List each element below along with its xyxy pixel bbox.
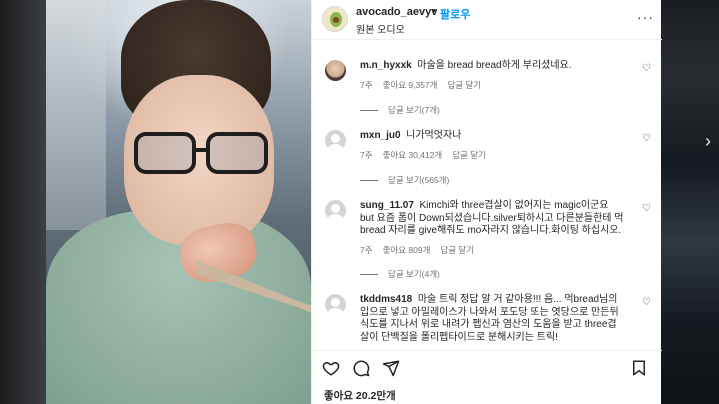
post-video[interactable] [46, 0, 311, 404]
view-replies-label[interactable]: 답글 보기(565개) [388, 175, 449, 185]
view-replies-button[interactable]: 답글 보기(565개) [360, 174, 449, 186]
comment-icon[interactable] [352, 359, 370, 377]
comment-username[interactable]: mxn_ju0 [360, 130, 401, 141]
heart-icon[interactable]: ♡ [642, 64, 652, 74]
comment-text: tkddms418 마술 트릭 정답 알 거 같아용!!! 음... 먹brea… [360, 294, 625, 344]
action-bar: 좋아요 20.2만개 [312, 350, 662, 404]
avatar[interactable] [325, 130, 346, 151]
view-replies-button[interactable]: 답글 보기(4개) [360, 268, 440, 280]
comment-body: 니가먹엇자나 [406, 130, 462, 141]
comment-text: mxn_ju0 니가먹엇자나 [360, 130, 625, 143]
reply-button[interactable]: 답글 달기 [447, 80, 481, 90]
comment-likes[interactable]: 좋아요 809개 [383, 245, 431, 255]
comment-time[interactable]: 7주 [360, 245, 373, 255]
share-icon[interactable] [382, 359, 400, 377]
view-replies-label[interactable]: 답글 보기(7개) [388, 105, 440, 115]
avatar[interactable] [325, 294, 346, 315]
audio-label[interactable]: 원본 오디오 [356, 21, 405, 36]
post-header: avocado_aevyv • 팔로우 원본 오디오 ··· [312, 0, 662, 40]
comment-username[interactable]: sung_11.07 [360, 200, 414, 211]
comment-time[interactable]: 7주 [360, 80, 373, 90]
like-count[interactable]: 좋아요 20.2만개 [324, 388, 396, 403]
avatar[interactable] [325, 200, 346, 221]
comment-meta: 7주 좋아요 9,357개 답글 달기 [360, 79, 491, 91]
comment-list[interactable]: m.n_hyxxk 마술을 bread bread하게 부리셨네요. ♡ 7주좋… [312, 40, 662, 348]
heart-icon[interactable]: ♡ [642, 134, 652, 144]
side-panel: avocado_aevyv • 팔로우 원본 오디오 ··· m.n_hyxxk… [311, 0, 662, 404]
follow-button[interactable]: 팔로우 [440, 6, 470, 22]
heart-icon[interactable]: ♡ [642, 298, 652, 308]
separator-dot: • [432, 5, 436, 17]
comment-meta: 7주 좋아요 809개 답글 달기 [360, 244, 484, 256]
bookmark-icon[interactable] [630, 359, 648, 377]
comment-likes[interactable]: 좋아요 30,412개 [383, 150, 443, 160]
avatar[interactable] [325, 60, 346, 81]
reply-button[interactable]: 답글 달기 [452, 150, 486, 160]
comment-text: sung_11.07 Kimchi와 three겹살이 없어지는 magic이군… [360, 200, 625, 238]
view-replies-label[interactable]: 답글 보기(4개) [388, 269, 440, 279]
comment-username[interactable]: m.n_hyxxk [360, 60, 412, 71]
author-username[interactable]: avocado_aevyv [356, 6, 437, 18]
glasses-graphic [134, 132, 268, 174]
reply-button[interactable]: 답글 달기 [440, 245, 474, 255]
next-post-preview[interactable] [660, 0, 719, 404]
post-modal: avocado_aevyv • 팔로우 원본 오디오 ··· m.n_hyxxk… [46, 0, 662, 404]
view-replies-button[interactable]: 답글 보기(7개) [360, 104, 440, 116]
chevron-right-icon[interactable]: › [697, 130, 719, 152]
more-options-icon[interactable]: ··· [637, 9, 654, 25]
comment-time[interactable]: 7주 [360, 150, 373, 160]
instagram-post-viewer: › avocado_aevyv • 팔로우 원본 오디오 ··· m.n_hyx… [0, 0, 719, 404]
heart-icon[interactable] [322, 359, 340, 377]
avatar[interactable] [322, 6, 348, 32]
comment-likes[interactable]: 좋아요 9,357개 [383, 80, 438, 90]
heart-icon[interactable]: ♡ [642, 204, 652, 214]
comment-username[interactable]: tkddms418 [360, 294, 412, 305]
comment-body: 마술을 bread bread하게 부리셨네요. [417, 60, 572, 71]
comment-text: m.n_hyxxk 마술을 bread bread하게 부리셨네요. [360, 60, 625, 73]
comment-meta: 7주 좋아요 30,412개 답글 달기 [360, 149, 496, 161]
